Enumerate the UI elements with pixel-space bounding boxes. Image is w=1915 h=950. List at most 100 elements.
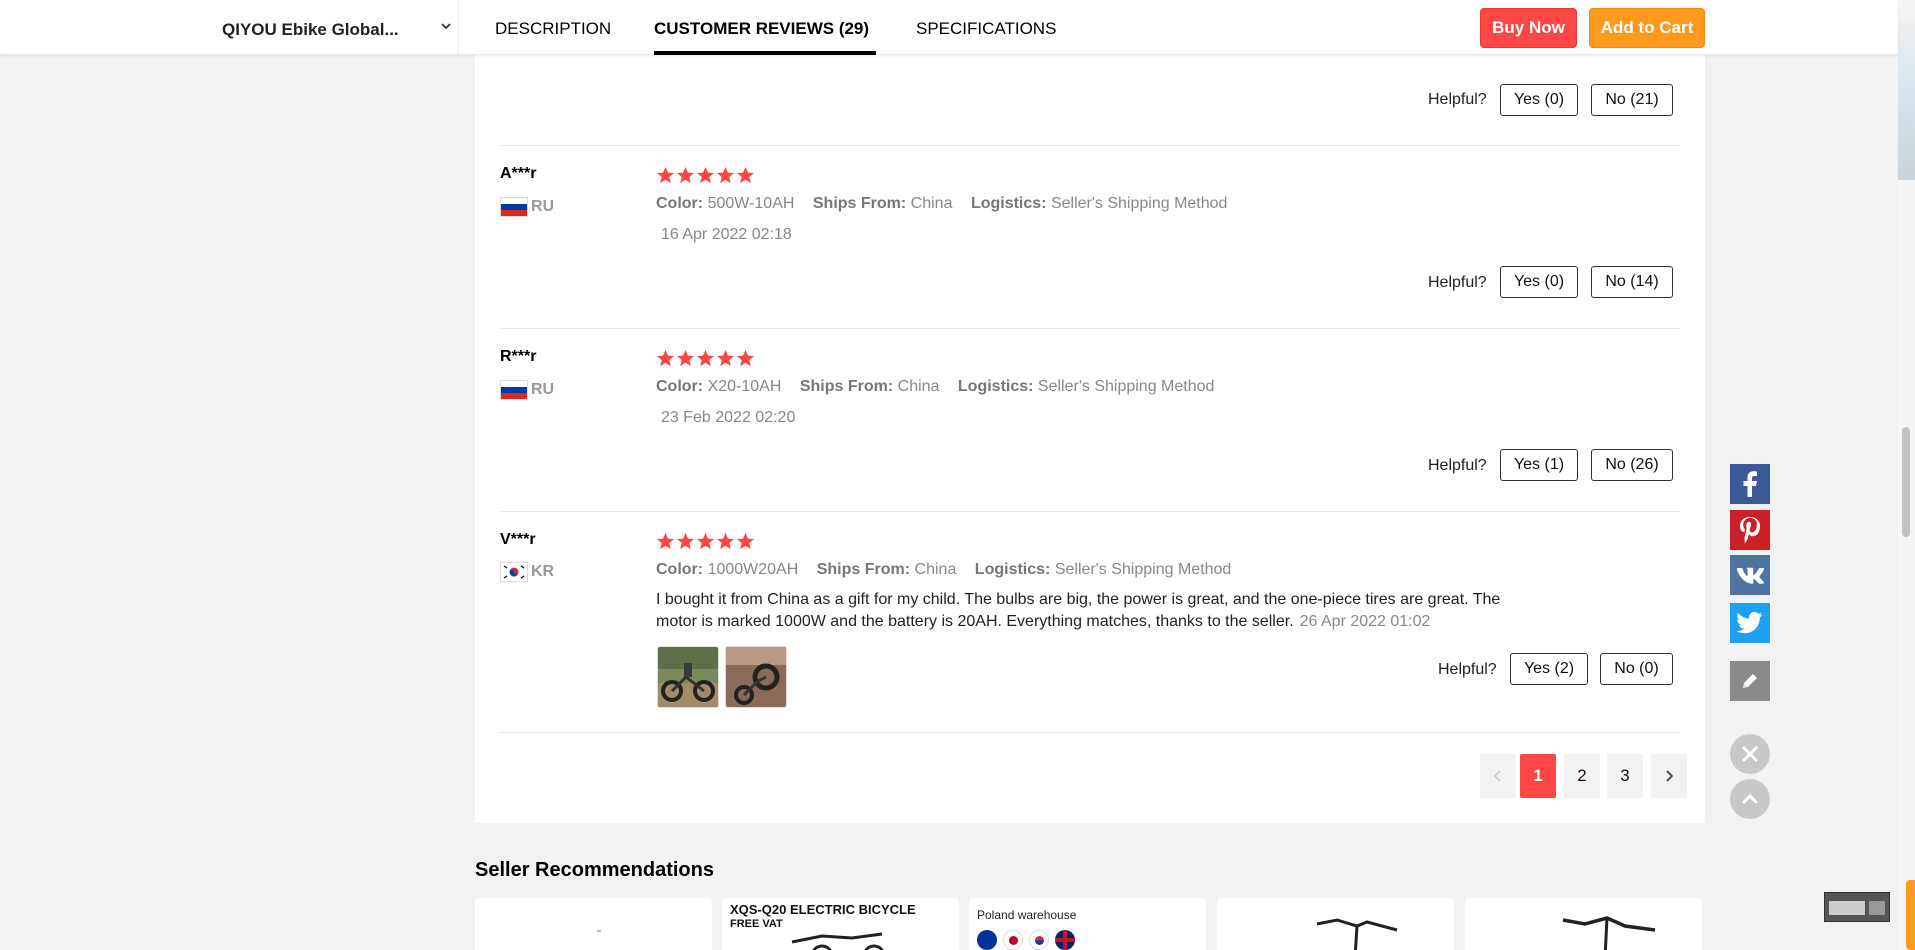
star-icon [656, 532, 675, 550]
reviewer-country: RU [500, 380, 554, 400]
review-photo[interactable] [725, 646, 787, 708]
helpful-yes-button[interactable]: Yes (2) [1510, 653, 1588, 685]
back-to-top-button[interactable] [1730, 779, 1770, 819]
bike-image [1562, 916, 1656, 950]
japan-flag-icon [1003, 930, 1023, 950]
logistics-label: Logistics: [974, 561, 1051, 578]
add-to-cart-button[interactable]: Add to Cart [1589, 8, 1705, 48]
share-pinterest-button[interactable] [1730, 510, 1770, 550]
russia-flag-icon [500, 197, 528, 217]
helpful-yes-button[interactable]: Yes (0) [1500, 84, 1578, 116]
star-icon [716, 349, 735, 367]
helpful-label: Helpful? [1438, 661, 1497, 678]
star-icon [656, 166, 675, 184]
chevron-left-icon [1493, 770, 1501, 782]
helpful-label: Helpful? [1428, 457, 1487, 474]
reviewer-name: A***r [500, 165, 537, 182]
helpful-label: Helpful? [1428, 91, 1487, 108]
side-tab[interactable] [1906, 880, 1915, 950]
scrollbar-thumb[interactable] [1902, 427, 1910, 537]
reviewer-name: V***r [500, 531, 536, 548]
helpful-no-button[interactable]: No (21) [1591, 84, 1673, 116]
ships-label: Ships From: [812, 195, 907, 212]
share-vk-button[interactable] [1730, 555, 1770, 595]
recommendation-card[interactable]: XQS-Q20 ELECTRIC BICYCLE FREE VAT [722, 898, 959, 950]
review-divider [500, 145, 1680, 146]
star-icon [716, 166, 735, 184]
twitter-icon [1737, 612, 1763, 634]
color-label: Color: [656, 561, 704, 578]
store-name[interactable]: QIYOU Ebike Global... [222, 20, 399, 40]
review-date: 16 Apr 2022 02:18 [661, 226, 792, 243]
share-twitter-button[interactable] [1730, 603, 1770, 643]
helpful-yes-button[interactable]: Yes (1) [1500, 449, 1578, 481]
color-label: Color: [656, 195, 704, 212]
star-icon [676, 532, 695, 550]
logistics-value: Seller's Shipping Method [1050, 195, 1228, 212]
recommendation-card[interactable] [1465, 898, 1702, 950]
helpful-no-button[interactable]: No (0) [1600, 653, 1673, 685]
chevron-down-icon[interactable] [438, 18, 454, 34]
star-icon [696, 166, 715, 184]
ships-label: Ships From: [816, 561, 911, 578]
helpful-no-button[interactable]: No (26) [1591, 449, 1673, 481]
recommendation-card[interactable]: Poland warehouse [969, 898, 1206, 950]
country-code: KR [531, 563, 555, 580]
korea-flag-icon [1029, 930, 1049, 950]
write-review-button[interactable] [1730, 661, 1770, 701]
tab-customer-reviews[interactable]: CUSTOMER REVIEWS (29) [654, 19, 869, 39]
country-code: RU [531, 381, 555, 398]
review-attributes: Color: 500W-10AH Ships From: China Logis… [656, 195, 1227, 213]
recommendation-card[interactable] [475, 898, 712, 950]
tab-description[interactable]: DESCRIPTION [495, 19, 611, 39]
buy-now-button[interactable]: Buy Now [1480, 8, 1577, 48]
review-photo[interactable] [657, 646, 719, 708]
review-divider [500, 732, 1680, 733]
facebook-icon [1743, 471, 1757, 497]
helpful-yes-button[interactable]: Yes (0) [1500, 266, 1578, 298]
star-icon [656, 349, 675, 367]
review-divider [500, 328, 1680, 329]
share-facebook-button[interactable] [1730, 464, 1770, 504]
recommendation-title: Poland warehouse [977, 908, 1077, 922]
seller-recommendations-title: Seller Recommendations [475, 859, 714, 881]
chevron-right-icon [1666, 770, 1674, 782]
pagination-page-1[interactable]: 1 [1520, 754, 1556, 798]
tab-specifications[interactable]: SPECIFICATIONS [916, 19, 1056, 39]
bike-image [1316, 918, 1398, 950]
logistics-value: Seller's Shipping Method [1054, 561, 1232, 578]
ships-label: Ships From: [799, 378, 894, 395]
helpful-no-button[interactable]: No (14) [1591, 266, 1673, 298]
reviewer-name: R***r [500, 348, 537, 365]
chevron-up-icon [1742, 793, 1758, 804]
russia-flag-icon [500, 380, 528, 400]
uk-flag-icon [1055, 930, 1075, 950]
side-banner-image[interactable] [1898, 20, 1915, 180]
sticky-header: QIYOU Ebike Global... DESCRIPTION CUSTOM… [0, 0, 1898, 55]
pagination-prev[interactable] [1480, 754, 1516, 798]
star-icon [716, 532, 735, 550]
star-rating [656, 349, 755, 368]
helpful-label: Helpful? [1428, 274, 1487, 291]
vk-icon [1736, 567, 1764, 584]
review-attributes: Color: 1000W20AH Ships From: China Logis… [656, 561, 1231, 579]
close-button[interactable] [1730, 734, 1770, 774]
pagination-next[interactable] [1651, 754, 1687, 798]
recommendation-title: XQS-Q20 ELECTRIC BICYCLE [730, 902, 916, 917]
pagination-page-3[interactable]: 3 [1607, 754, 1643, 798]
keyboard-widget-icon[interactable] [1824, 892, 1890, 922]
star-icon [696, 532, 715, 550]
ships-value: China [897, 378, 940, 395]
recommendation-subtitle: FREE VAT [730, 918, 783, 930]
divider [458, 0, 459, 55]
color-label: Color: [656, 378, 704, 395]
country-flags [977, 930, 1075, 950]
review-text: I bought it from China as a gift for my … [656, 589, 1536, 633]
active-tab-indicator [654, 51, 876, 55]
ships-value: China [914, 561, 957, 578]
recommendation-card[interactable] [1217, 898, 1454, 950]
ships-value: China [910, 195, 953, 212]
color-value: 1000W20AH [707, 561, 799, 578]
pagination-page-2[interactable]: 2 [1564, 754, 1600, 798]
eu-flag-icon [977, 930, 997, 950]
